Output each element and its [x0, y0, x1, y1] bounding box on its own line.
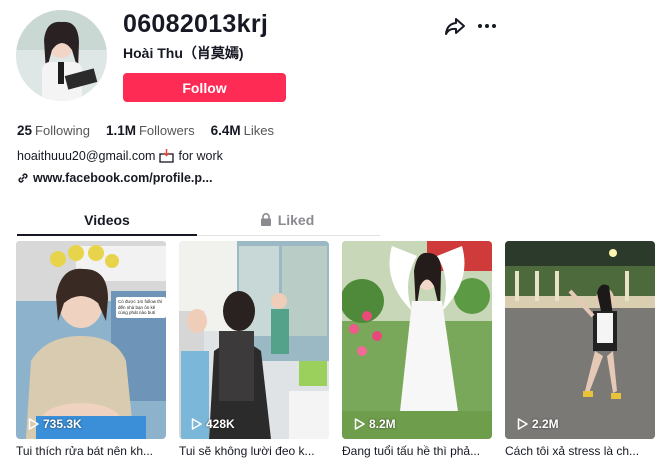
play-icon [354, 418, 365, 430]
inbox-icon [159, 149, 175, 163]
followers-label: Followers [138, 123, 195, 138]
bio-email: hoaithuuu20@gmail.com [17, 149, 156, 163]
avatar-image [16, 10, 107, 101]
stat-likes: 6.4M Likes [211, 123, 274, 138]
link-icon [18, 173, 28, 183]
profile-link-text: www.facebook.com/profile.p... [33, 171, 213, 185]
video-thumbnail: 8.2M [342, 241, 492, 439]
video-caption: Tui thích rửa bát nên kh... [16, 444, 153, 458]
video-card[interactable]: 2.2M Cách tôi xả stress là ch... [505, 241, 655, 458]
video-caption: Tui sẽ không lười đeo k... [179, 444, 315, 458]
profile-link[interactable]: www.facebook.com/profile.p... [17, 171, 212, 185]
followers-count: 1.1M [105, 123, 136, 138]
stat-followers[interactable]: 1.1M Followers [106, 123, 195, 138]
more-options-icon[interactable] [476, 14, 498, 38]
tab-liked-label: Liked [277, 212, 315, 228]
follow-button[interactable]: Follow [123, 73, 286, 102]
likes-count: 6.4M [210, 123, 241, 138]
video-caption: Cách tôi xả stress là ch... [505, 444, 640, 458]
share-icon[interactable] [443, 14, 467, 38]
video-views: 2.2M [517, 417, 559, 431]
video-caption: Đang tuổi tấu hề thì phả... [342, 444, 481, 458]
video-card[interactable]: 8.2M Đang tuổi tấu hề thì phả... [342, 241, 492, 458]
avatar[interactable] [16, 10, 107, 101]
video-thumbnail: Có được 1m follow thì đến nhà bạn ôn kê … [16, 241, 166, 439]
video-views: 428K [191, 417, 235, 431]
video-grid: Có được 1m follow thì đến nhà bạn ôn kê … [16, 241, 655, 458]
video-card[interactable]: 428K Tui sẽ không lười đeo k... [179, 241, 329, 458]
video-views-count: 735.3K [43, 417, 82, 431]
video-card[interactable]: Có được 1m follow thì đến nhà bạn ôn kê … [16, 241, 166, 458]
tab-videos[interactable]: Videos [17, 205, 197, 236]
lock-icon [260, 213, 271, 226]
video-thumbnail: 428K [179, 241, 329, 439]
video-views: 8.2M [354, 417, 396, 431]
play-icon [28, 418, 39, 430]
likes-label: Likes [243, 123, 274, 138]
video-overlay-text: Có được 1m follow thì đến nhà bạn ôn kê … [116, 297, 166, 318]
nickname: Hoài Thu（肖莫嫣) [123, 45, 244, 61]
video-thumbnail: 2.2M [505, 241, 655, 439]
stat-following[interactable]: 25 Following [17, 123, 90, 138]
username: 06082013krj [123, 10, 269, 38]
tab-liked[interactable]: Liked [197, 205, 377, 235]
bio: hoaithuuu20@gmail.com for work [17, 149, 223, 163]
following-count: 25 [17, 123, 33, 138]
bio-suffix: for work [178, 149, 223, 163]
profile-stats: 25 Following 1.1M Followers 6.4M Likes [17, 123, 274, 138]
following-label: Following [35, 123, 90, 138]
video-views-count: 8.2M [369, 417, 396, 431]
video-views-count: 428K [206, 417, 235, 431]
play-icon [191, 418, 202, 430]
video-views-count: 2.2M [532, 417, 559, 431]
video-views: 735.3K [28, 417, 82, 431]
profile-tabs: Videos Liked [17, 205, 380, 236]
play-icon [517, 418, 528, 430]
